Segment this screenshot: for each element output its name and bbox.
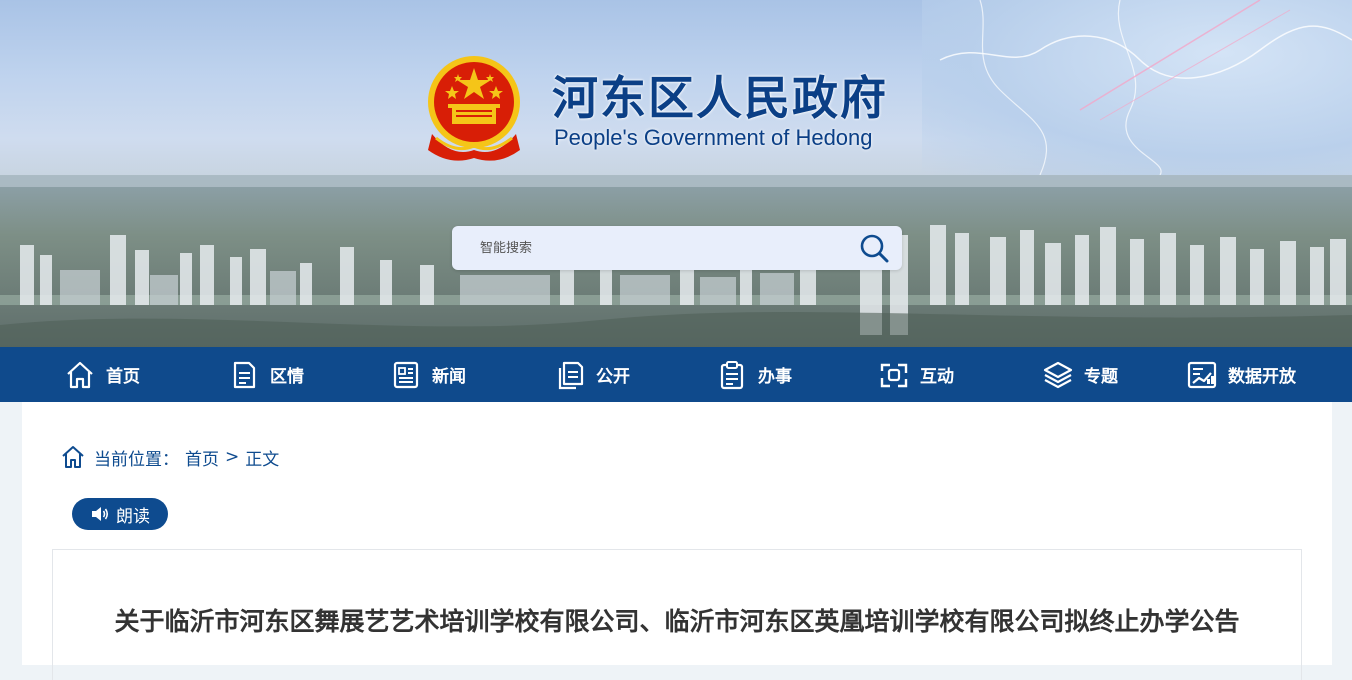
clipboard-icon [720,360,744,389]
nav-label-overview: 区情 [270,367,304,387]
nav-item-topics[interactable]: 专题 [1042,347,1118,402]
layers-icon [1043,361,1073,388]
article-title: 关于临沂市河东区舞展艺艺术培训学校有限公司、临沂市河东区英凰培训学校有限公司拟终… [114,607,1240,636]
nav-item-overview[interactable]: 区情 [228,347,304,402]
nav-label-home: 首页 [106,367,140,387]
search-input[interactable] [480,238,840,258]
newspaper-icon [393,361,419,388]
nav-label-interaction: 互动 [920,367,954,387]
nav-label-public: 公开 [596,367,630,387]
main-nav: 首页 区情 新闻 公开 办事 互动 专题 数据开放 [0,347,1352,402]
breadcrumb-current[interactable]: 正文 [245,445,279,470]
nav-item-home[interactable]: 首页 [64,347,140,402]
search-button[interactable] [856,232,892,264]
breadcrumb-separator: > [225,447,240,467]
national-emblem-logo [428,56,520,161]
home-icon [62,446,84,468]
search-icon [860,234,889,263]
files-icon [558,361,584,389]
header-banner: 河东区人民政府 People's Government of Hedong [0,0,1352,347]
speaker-icon [92,507,109,521]
nav-item-news[interactable]: 新闻 [390,347,466,402]
nav-item-interaction[interactable]: 互动 [878,347,954,402]
home-icon [67,361,93,388]
data-chart-icon [1187,361,1217,388]
site-title-english: People's Government of Hedong [554,125,873,150]
interaction-icon [880,363,908,387]
read-aloud-button[interactable]: 朗读 [72,498,168,530]
map-lines-decoration [939,0,1352,175]
site-title: 河东区人民政府 [552,71,888,125]
nav-label-services: 办事 [758,367,792,387]
read-aloud-label: 朗读 [116,506,150,527]
breadcrumb-home-link[interactable]: 首页 [185,445,219,470]
nav-label-news: 新闻 [432,367,466,387]
main-content: 当前位置： 首页 > 正文 朗读 关于临沂市河东区舞展艺艺术培训学校有限公司、临… [22,402,1332,680]
document-icon [233,361,256,388]
search-bar [452,226,902,270]
nav-label-topics: 专题 [1084,367,1118,387]
breadcrumb: 当前位置： 首页 > 正文 [60,444,279,470]
article-container: 关于临沂市河东区舞展艺艺术培训学校有限公司、临沂市河东区英凰培训学校有限公司拟终… [52,549,1302,680]
nav-label-open-data: 数据开放 [1228,367,1296,387]
breadcrumb-prefix: 当前位置： [94,449,179,470]
nav-item-services[interactable]: 办事 [716,347,792,402]
nav-item-public[interactable]: 公开 [554,347,630,402]
nav-item-open-data[interactable]: 数据开放 [1186,347,1296,402]
